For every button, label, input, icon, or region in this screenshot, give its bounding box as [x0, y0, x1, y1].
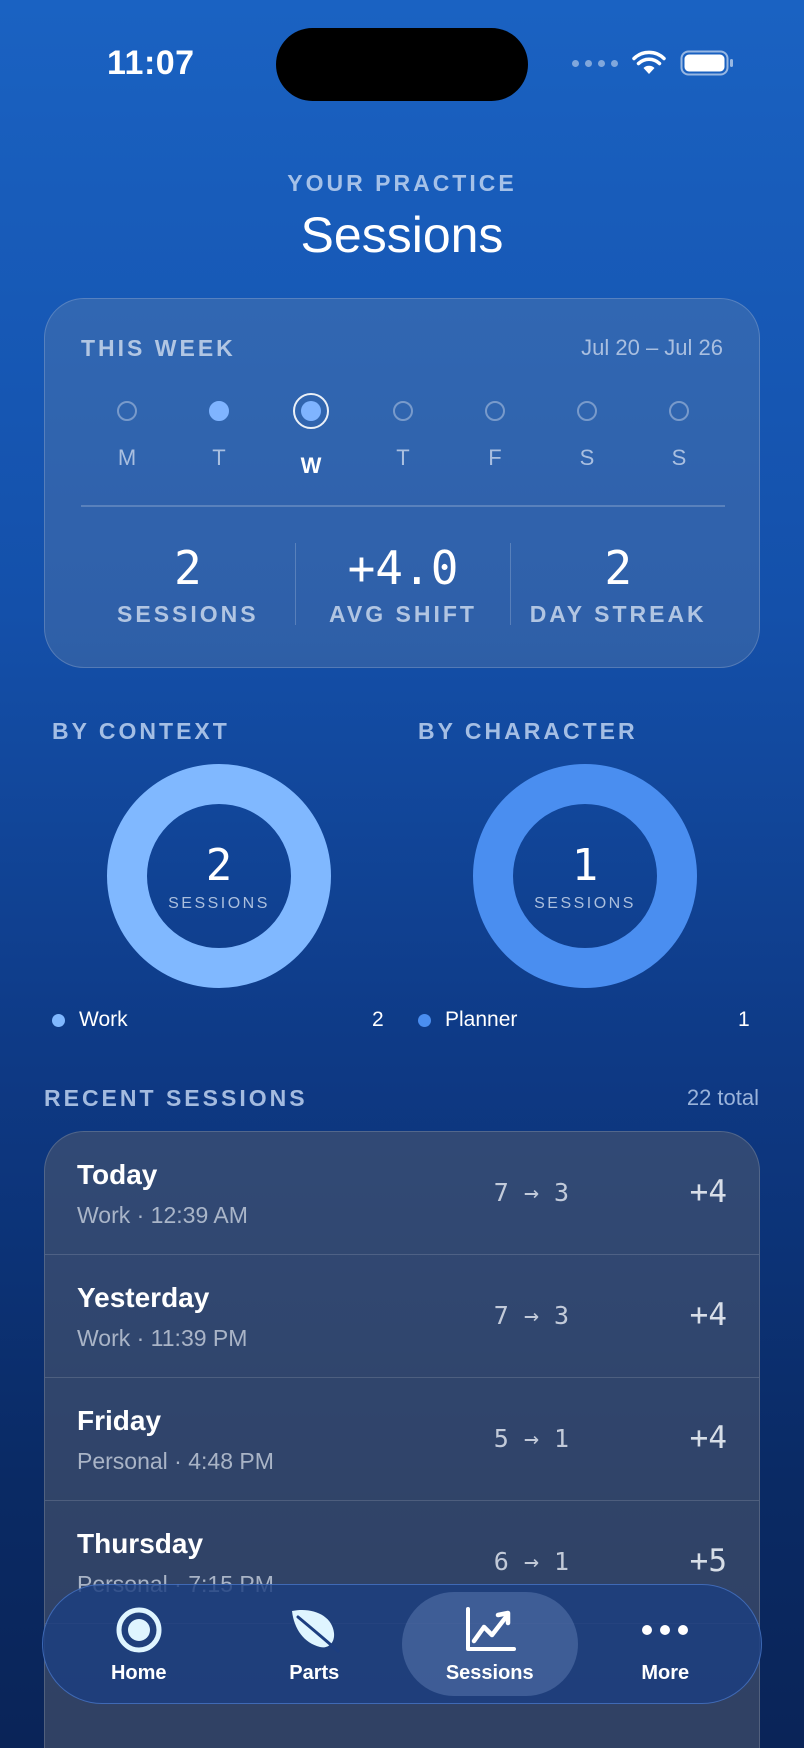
character-legend-item: Planner: [418, 1008, 517, 1032]
day-letter: T: [212, 445, 226, 470]
status-icons: [572, 50, 734, 76]
session-title: Friday: [77, 1405, 162, 1436]
session-subtitle: Work · 12:39 AM: [77, 1202, 248, 1228]
recent-total: 22 total: [686, 1085, 759, 1110]
session-delta: +5: [689, 1543, 727, 1579]
tab-home[interactable]: Home: [51, 1592, 227, 1696]
week-stats: 2 SESSIONS +4.0 AVG SHIFT 2 DAY STREAK: [81, 529, 725, 639]
day-dot: [669, 401, 689, 421]
legend-dot: [52, 1013, 65, 1027]
tab-bar: Home Parts Sessions More: [42, 1584, 762, 1704]
recent-sessions-label: RECENT SESSIONS: [44, 1085, 308, 1111]
session-subtitle: Personal · 4:48 PM: [77, 1448, 274, 1474]
dynamic-island: [276, 28, 528, 101]
tab-label: Home: [110, 1661, 167, 1684]
day-dot-today: [293, 393, 329, 429]
day-letter: M: [117, 445, 137, 470]
context-donut-value: 2: [205, 839, 233, 891]
target-icon: [113, 1604, 165, 1656]
page-eyebrow: YOUR PRACTICE: [287, 170, 517, 196]
day-letter: S: [671, 445, 687, 470]
stat-value: 2: [604, 541, 633, 595]
day-thursday: T: [367, 391, 439, 479]
tab-more[interactable]: More: [578, 1592, 754, 1696]
tab-sessions[interactable]: Sessions: [402, 1592, 578, 1696]
context-donut-center: 2 SESSIONS: [107, 764, 331, 988]
stat-value: +4.0: [347, 541, 459, 595]
character-donut-unit: SESSIONS: [534, 894, 636, 912]
legend-dot: [418, 1013, 431, 1027]
session-row[interactable]: Today Work · 12:39 AM 7 → 3 +4: [45, 1132, 759, 1255]
context-legend-item: Work: [52, 1008, 128, 1032]
session-title: Thursday: [77, 1528, 204, 1559]
week-card: THIS WEEK Jul 20 – Jul 26 M T W T F S S …: [44, 298, 760, 668]
day-dot: [577, 401, 597, 421]
session-row[interactable]: Friday Personal · 4:48 PM 5 → 1 +4: [45, 1378, 759, 1501]
stat-label: DAY STREAK: [529, 601, 707, 627]
day-tuesday: T: [183, 391, 255, 479]
day-letter: S: [579, 445, 595, 470]
tab-parts[interactable]: Parts: [227, 1592, 403, 1696]
character-donut-center: 1 SESSIONS: [473, 764, 697, 988]
week-divider: [81, 505, 725, 507]
wifi-icon: [632, 50, 666, 74]
status-time: 11:07: [107, 44, 195, 82]
by-character-label: BY CHARACTER: [418, 718, 638, 744]
signal-icon: [572, 59, 618, 67]
stat-label: SESSIONS: [117, 601, 259, 627]
tab-label: Parts: [289, 1661, 340, 1684]
page-title: Sessions: [300, 207, 504, 263]
stat-day-streak: 2 DAY STREAK: [511, 529, 725, 639]
session-shift: 7 → 3: [493, 1301, 569, 1330]
character-legend-count: 1: [738, 1008, 750, 1031]
context-legend-count: 2: [372, 1008, 384, 1031]
battery-icon: [680, 50, 733, 76]
legend-name: Planner: [445, 1008, 518, 1031]
day-monday: M: [91, 391, 163, 479]
session-delta: +4: [689, 1420, 727, 1456]
session-subtitle: Work · 11:39 PM: [77, 1325, 248, 1351]
tab-label: Sessions: [445, 1661, 534, 1684]
stat-value: 2: [173, 541, 202, 595]
day-letter: W: [300, 453, 322, 478]
session-row[interactable]: Yesterday Work · 11:39 PM 7 → 3 +4: [45, 1255, 759, 1378]
leaf-icon: [288, 1604, 340, 1656]
session-delta: +4: [689, 1297, 727, 1333]
day-letter: F: [488, 445, 502, 470]
tab-label: More: [641, 1661, 690, 1684]
context-donut[interactable]: 2 SESSIONS: [107, 764, 331, 988]
week-label: THIS WEEK: [81, 335, 236, 361]
day-letter: T: [396, 445, 410, 470]
session-shift: 5 → 1: [493, 1424, 569, 1453]
session-shift: 6 → 1: [493, 1547, 569, 1576]
stat-label: AVG SHIFT: [329, 601, 477, 627]
character-donut-value: 1: [571, 839, 599, 891]
day-dot: [117, 401, 137, 421]
week-days: M T W T F S S: [81, 391, 725, 479]
context-donut-unit: SESSIONS: [168, 894, 270, 912]
ellipsis-icon: [639, 1604, 691, 1656]
session-title: Today: [77, 1159, 158, 1190]
by-context-label: BY CONTEXT: [52, 718, 230, 744]
day-sunday: S: [643, 391, 715, 479]
session-title: Yesterday: [77, 1282, 210, 1313]
chart-icon: [464, 1604, 516, 1656]
day-friday: F: [459, 391, 531, 479]
character-donut[interactable]: 1 SESSIONS: [473, 764, 697, 988]
day-dot: [393, 401, 413, 421]
day-dot: [485, 401, 505, 421]
session-shift: 7 → 3: [493, 1178, 569, 1207]
stat-sessions: 2 SESSIONS: [81, 529, 295, 639]
stat-avg-shift: +4.0 AVG SHIFT: [296, 529, 510, 639]
legend-name: Work: [79, 1008, 128, 1031]
session-delta: +4: [689, 1174, 727, 1210]
day-wednesday: W: [275, 391, 347, 479]
day-dot-completed: [209, 401, 229, 421]
day-saturday: S: [551, 391, 623, 479]
week-range: Jul 20 – Jul 26: [581, 335, 723, 360]
